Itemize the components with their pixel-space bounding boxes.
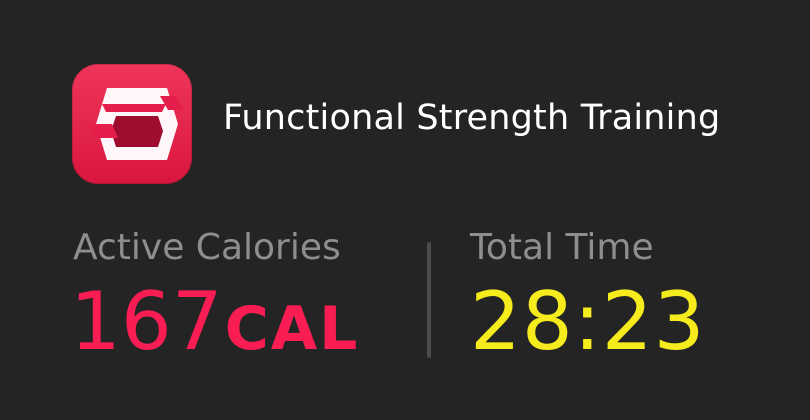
active-calories-number: 167: [70, 275, 223, 368]
workout-title: Functional Strength Training: [223, 98, 721, 138]
functional-strength-icon: [72, 64, 192, 184]
metric-divider: [427, 242, 431, 358]
active-calories-label: Active Calories: [73, 227, 341, 268]
active-calories-unit: CAL: [224, 294, 360, 364]
total-time-label: Total Time: [470, 227, 654, 268]
active-calories-value: 167CAL: [70, 276, 359, 390]
total-time-value: 28:23: [470, 275, 706, 368]
